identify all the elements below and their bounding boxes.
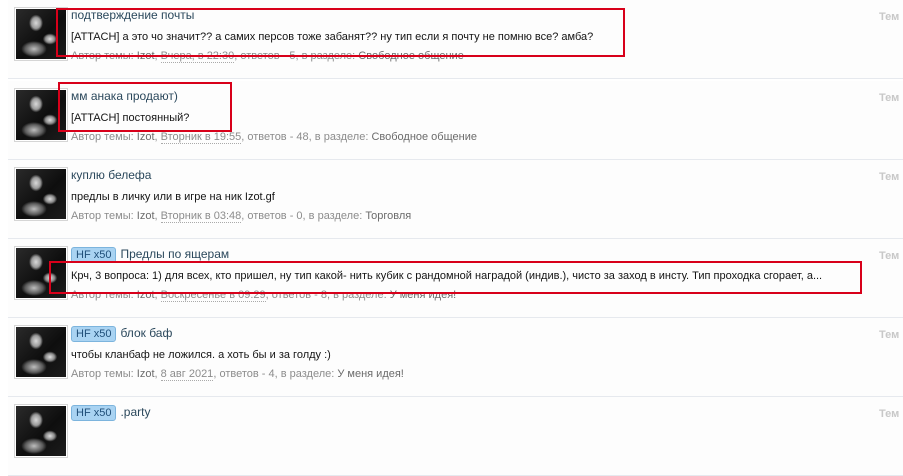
forum-link[interactable]: У меня идея! [337,368,404,380]
author-link[interactable]: Izot [137,50,155,62]
thread-date[interactable]: Воскресенье в 09:29 [160,289,266,302]
thread-meta: Автор темы: Izot, Вчера, в 22:30, ответо… [71,50,464,63]
right-column-label: Тем [879,11,900,23]
thread-snippet[interactable]: [ATTACH] постоянный? [71,112,189,124]
author-link[interactable]: Izot [137,368,155,380]
thread-row: куплю белефа предлы в личку или в игре н… [8,160,903,239]
forum-link[interactable]: Свободное общение [371,131,477,143]
avatar[interactable] [14,325,68,379]
thread-row: HF x50 блок баф чтобы кланбаф не ложился.… [8,318,903,397]
thread-snippet[interactable]: чтобы кланбаф не ложился. а хоть бы и за… [71,349,331,361]
right-column-label: Тем [879,408,900,420]
avatar[interactable] [14,246,68,300]
thread-date[interactable]: Вчера, в 22:30 [160,50,235,63]
thread-row: мм анака продают) [ATTACH] постоянный? А… [8,81,903,160]
thread-prefix-badge[interactable]: HF x50 [71,247,117,263]
right-column-label: Тем [879,171,900,183]
thread-title[interactable]: мм анака продают) [71,89,178,103]
avatar[interactable] [14,404,68,458]
avatar[interactable] [14,88,68,142]
thread-date[interactable]: 8 авг 2021 [160,368,214,381]
thread-prefix-badge[interactable]: HF x50 [71,326,117,342]
thread-meta: Автор темы: Izot, Вторник в 19:55, ответ… [71,131,477,144]
thread-prefix-badge[interactable]: HF x50 [71,405,117,421]
author-link[interactable]: Izot [137,210,155,222]
forum-link[interactable]: У меня идея! [390,289,457,301]
forum-link[interactable]: Свободное общение [358,50,464,62]
thread-row: HF x50 .party Тем [8,397,903,476]
author-link[interactable]: Izot [137,289,155,301]
thread-snippet[interactable]: [ATTACH] а это чо значит?? а самих персо… [71,31,593,43]
thread-date[interactable]: Вторник в 03:48 [160,210,242,223]
right-column-label: Тем [879,329,900,341]
author-link[interactable]: Izot [137,131,155,143]
thread-meta: Автор темы: Izot, Вторник в 03:48, ответ… [71,210,412,223]
thread-snippet[interactable]: Крч, 3 вопроса: 1) для всех, кто пришел,… [71,270,822,282]
thread-meta: Автор темы: Izot, 8 авг 2021, ответов - … [71,368,404,381]
thread-row: HF x50 Предлы по ящерам Крч, 3 вопроса: 1… [8,239,903,318]
thread-title[interactable]: куплю белефа [71,168,151,182]
thread-snippet[interactable]: предлы в личку или в игре на ник Izot.gf [71,191,275,203]
right-column-label: Тем [879,92,900,104]
thread-meta: Автор темы: Izot, Воскресенье в 09:29, о… [71,289,457,302]
thread-title[interactable]: подтверждение почты [71,8,194,22]
avatar[interactable] [14,7,68,61]
forum-link[interactable]: Торговля [365,210,411,222]
thread-date[interactable]: Вторник в 19:55 [160,131,242,144]
thread-title[interactable]: Предлы по ящерам [120,247,229,261]
right-column-label: Тем [879,250,900,262]
avatar[interactable] [14,167,68,221]
thread-title[interactable]: блок баф [120,326,172,340]
thread-row: подтверждение почты [ATTACH] а это чо зн… [8,0,903,79]
thread-title[interactable]: .party [120,405,150,419]
